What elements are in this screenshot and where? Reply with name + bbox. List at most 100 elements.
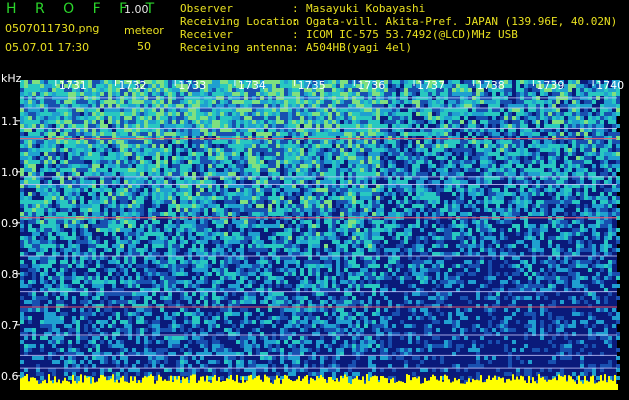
noise-cell <box>44 320 48 324</box>
noise-cell <box>172 116 176 120</box>
noise-cell <box>304 92 308 96</box>
noise-cell <box>256 236 260 240</box>
noise-cell <box>108 308 112 312</box>
noise-cell <box>120 124 124 128</box>
noise-cell <box>200 192 204 196</box>
noise-cell <box>292 344 296 348</box>
noise-cell <box>112 320 116 324</box>
noise-cell <box>328 120 332 124</box>
noise-cell <box>152 136 156 140</box>
noise-cell <box>312 104 316 108</box>
noise-cell <box>332 224 336 228</box>
noise-cell <box>180 236 184 240</box>
noise-cell <box>268 316 272 320</box>
noise-cell <box>292 168 296 172</box>
noise-cell <box>228 300 232 304</box>
noise-cell <box>132 148 136 152</box>
noise-cell <box>192 356 196 360</box>
noise-cell <box>132 124 136 128</box>
noise-cell <box>96 272 100 276</box>
noise-cell <box>136 136 140 140</box>
noise-cell <box>52 316 56 320</box>
noise-cell <box>116 140 120 144</box>
noise-cell <box>76 320 80 324</box>
noise-cell <box>248 156 252 160</box>
noise-cell <box>212 92 216 96</box>
noise-cell <box>244 240 248 244</box>
noise-cell <box>252 148 256 152</box>
noise-cell <box>56 204 60 208</box>
noise-cell <box>172 140 176 144</box>
noise-cell <box>340 116 344 120</box>
noise-cell <box>316 144 320 148</box>
noise-cell <box>208 84 212 88</box>
noise-cell <box>48 316 52 320</box>
noise-cell <box>308 284 312 288</box>
noise-cell <box>196 228 200 232</box>
noise-cell <box>260 192 264 196</box>
noise-cell <box>88 312 92 316</box>
noise-cell <box>352 172 356 176</box>
noise-cell <box>284 200 288 204</box>
noise-cell <box>168 248 172 252</box>
noise-cell <box>128 300 132 304</box>
noise-cell <box>364 148 368 152</box>
noise-cell <box>64 112 68 116</box>
noise-cell <box>128 136 132 140</box>
noise-cell <box>352 100 356 104</box>
noise-cell <box>36 212 40 216</box>
noise-cell <box>152 252 156 256</box>
noise-cell <box>68 140 72 144</box>
noise-cell <box>256 152 260 156</box>
noise-cell <box>56 244 60 248</box>
noise-cell <box>48 284 52 288</box>
noise-cell <box>224 148 228 152</box>
noise-cell <box>344 188 348 192</box>
noise-cell <box>276 148 280 152</box>
noise-cell <box>84 316 88 320</box>
noise-cell <box>92 144 96 148</box>
noise-cell <box>140 320 144 324</box>
noise-cell <box>316 244 320 248</box>
noise-cell <box>164 356 168 360</box>
noise-cell <box>280 152 284 156</box>
noise-cell <box>52 372 56 376</box>
noise-cell <box>208 148 212 152</box>
noise-cell <box>328 252 332 256</box>
noise-cell <box>276 120 280 124</box>
noise-cell <box>172 256 176 260</box>
noise-cell <box>164 360 168 364</box>
noise-cell <box>184 252 188 256</box>
noise-cell <box>268 236 272 240</box>
noise-cell <box>228 312 232 316</box>
noise-cell <box>348 164 352 168</box>
noise-cell <box>92 328 96 332</box>
noise-cell <box>336 100 340 104</box>
noise-cell <box>284 192 288 196</box>
noise-cell <box>300 328 304 332</box>
noise-cell <box>240 156 244 160</box>
noise-cell <box>32 268 36 272</box>
noise-cell <box>348 292 352 296</box>
noise-cell <box>60 264 64 268</box>
noise-cell <box>204 132 208 136</box>
noise-cell <box>176 124 180 128</box>
noise-cell <box>136 208 140 212</box>
noise-cell <box>168 340 172 344</box>
info-key: Receiver <box>180 28 233 41</box>
noise-cell <box>264 188 268 192</box>
noise-cell <box>292 296 296 300</box>
noise-cell <box>240 252 244 256</box>
noise-cell <box>188 196 192 200</box>
noise-cell <box>152 104 156 108</box>
noise-cell <box>348 320 352 324</box>
noise-cell <box>232 116 236 120</box>
noise-cell <box>356 116 360 120</box>
noise-cell <box>152 336 156 340</box>
noise-cell <box>256 248 260 252</box>
noise-cell <box>224 260 228 264</box>
noise-cell <box>208 320 212 324</box>
noise-cell <box>340 88 344 92</box>
noise-cell <box>284 336 288 340</box>
noise-cell <box>196 232 200 236</box>
